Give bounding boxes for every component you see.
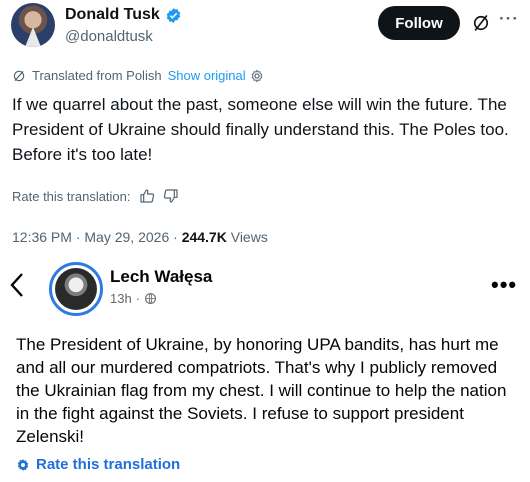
tweet-meta: 12:36 PM · May 29, 2026 · 244.7K Views <box>12 229 268 245</box>
author-display-name[interactable]: Donald Tusk <box>65 6 160 24</box>
follow-button[interactable]: Follow <box>378 6 460 40</box>
thumbs-up-icon[interactable] <box>139 188 155 204</box>
gear-icon[interactable] <box>250 69 264 83</box>
chevron-left-icon <box>10 273 23 297</box>
translated-from-label: Translated from Polish <box>32 68 162 83</box>
rate-translation-row: Rate this translation: <box>12 188 179 204</box>
tweet-time[interactable]: 12:36 PM <box>12 229 72 245</box>
embedded-author-avatar <box>49 262 103 316</box>
translate-slash-icon <box>13 70 25 81</box>
embedded-author-name: Lech Wałęsa <box>110 267 213 286</box>
embedded-post-text: The President of Ukraine, by honoring UP… <box>16 335 507 446</box>
embedded-rate-translation-label: Rate this translation <box>36 456 181 473</box>
thumbs-down-icon[interactable] <box>163 188 179 204</box>
embedded-post-age: 13h <box>110 291 132 306</box>
gear-icon <box>17 458 29 471</box>
translation-info: Translated from Polish Show original <box>12 68 264 83</box>
embedded-more-options: ••• <box>491 272 518 297</box>
more-options-button[interactable]: ··· <box>499 9 519 29</box>
verified-badge-icon <box>166 7 181 23</box>
show-original-link[interactable]: Show original <box>168 68 246 83</box>
globe-icon <box>145 293 156 304</box>
embedded-post-meta: 13h · <box>110 291 157 306</box>
rate-translation-label: Rate this translation: <box>12 188 131 204</box>
views-label: Views <box>230 229 268 245</box>
embedded-rate-translation: Rate this translation <box>16 456 180 473</box>
author-handle[interactable]: @donaldtusk <box>65 28 153 45</box>
grok-icon[interactable] <box>471 13 491 33</box>
author-name-row: Donald Tusk <box>65 6 182 24</box>
tweet-date[interactable]: May 29, 2026 <box>84 229 169 245</box>
views-count: 244.7K <box>181 229 227 245</box>
tweet-text: If we quarrel about the past, someone el… <box>12 95 509 164</box>
author-avatar[interactable] <box>11 3 55 47</box>
embedded-meta-separator: · <box>135 291 141 306</box>
